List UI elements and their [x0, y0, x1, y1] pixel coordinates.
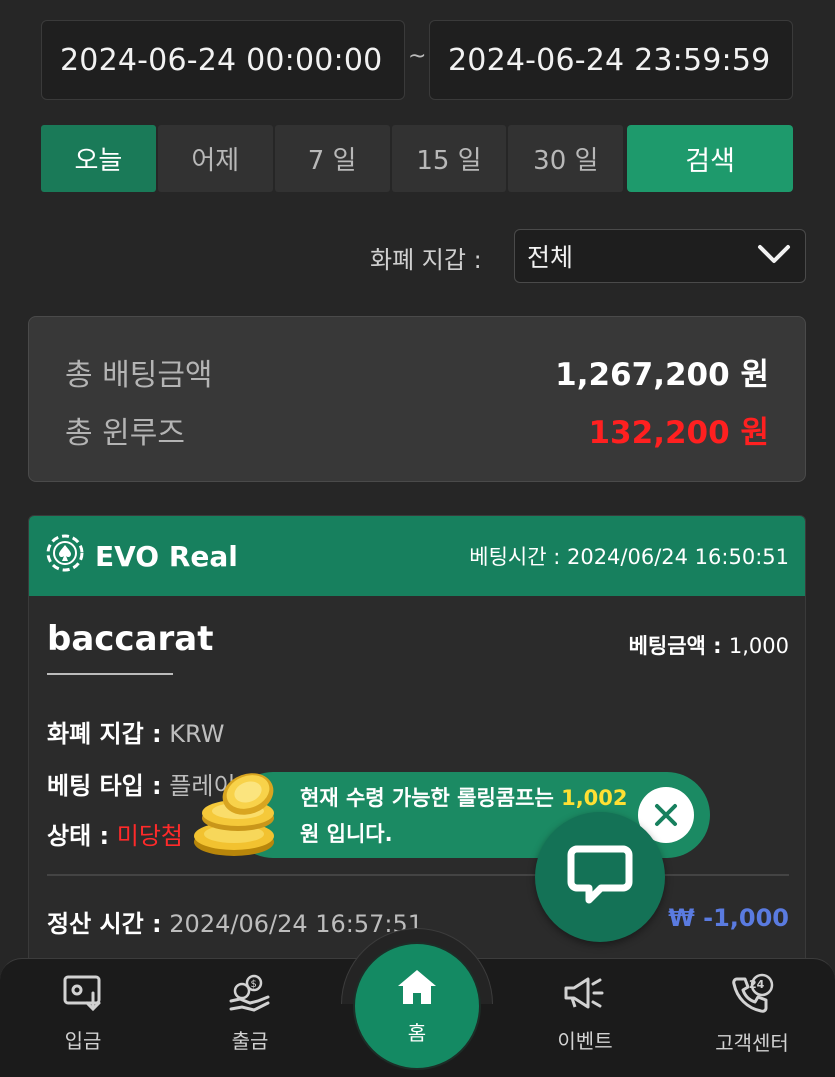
total-bet-label: 총 배팅금액: [65, 357, 213, 393]
chevron-down-icon: [757, 242, 791, 271]
toast-amount: 1,002: [561, 786, 628, 810]
nav-deposit[interactable]: 입금: [23, 973, 143, 1054]
bet-summary-panel: 총 배팅금액 1,267,200 원 총 윈루즈 132,200 원: [28, 316, 806, 482]
nav-home-label: 홈: [407, 1020, 427, 1045]
period-selector: 오늘 어제 7 일 15 일 30 일 검색: [41, 125, 793, 192]
bet-history-card: EVO Real 베팅시간 : 2024/06/24 16:50:51 bacc…: [28, 515, 806, 985]
nav-home-button[interactable]: 홈: [353, 942, 481, 1070]
casino-chip-icon: [45, 533, 85, 580]
search-button[interactable]: 검색: [627, 125, 793, 192]
currency-value: KRW: [169, 720, 225, 748]
status-row: 상태 : 미당첨: [47, 816, 183, 851]
period-30days-button[interactable]: 30 일: [508, 125, 624, 192]
gold-coins-icon: [190, 768, 290, 860]
support-24-badge: 24: [749, 978, 765, 991]
end-date-value: 2024-06-24 23:59:59: [448, 42, 771, 78]
period-today-button[interactable]: 오늘: [41, 125, 156, 192]
nav-event-label: 이벤트: [557, 1029, 613, 1053]
period-7days-button[interactable]: 7 일: [274, 125, 390, 192]
wallet-filter-select[interactable]: 전체: [514, 229, 806, 283]
period-15days-button[interactable]: 15 일: [391, 125, 507, 192]
bet-time-value: 2024/06/24 16:50:51: [566, 545, 789, 569]
card-divider: [47, 874, 789, 876]
withdraw-icon: $: [228, 973, 272, 1017]
bet-amount-value: 1,000: [728, 634, 789, 658]
wallet-filter-value: 전체: [527, 243, 574, 272]
total-winloss-label: 총 윈루즈: [65, 415, 185, 451]
period-yesterday-button[interactable]: 어제: [157, 125, 273, 192]
game-name: baccarat: [47, 619, 214, 659]
bet-amount: 베팅금액 : 1,000: [629, 630, 789, 660]
bet-amount-label: 베팅금액 :: [628, 634, 722, 658]
deposit-icon: [61, 973, 105, 1017]
date-separator: ~: [408, 44, 427, 69]
total-bet-value: 1,267,200 원: [555, 357, 769, 393]
total-winloss-value: 132,200 원: [588, 415, 769, 451]
svg-text:$: $: [251, 979, 257, 990]
nav-withdraw[interactable]: $ 출금: [190, 973, 310, 1054]
nav-support-label: 고객센터: [715, 1031, 789, 1055]
nav-deposit-label: 입금: [64, 1029, 102, 1053]
status-label: 상태 :: [47, 822, 110, 850]
currency-label: 화폐 지갑 :: [47, 720, 162, 748]
end-date-field[interactable]: 2024-06-24 23:59:59: [429, 20, 793, 100]
game-name-underline: [47, 673, 173, 675]
home-icon: [395, 967, 439, 1011]
wallet-filter-label: 화폐 지갑 :: [370, 246, 482, 274]
bet-type-label: 베팅 타입 :: [47, 772, 162, 800]
nav-withdraw-label: 출금: [231, 1029, 269, 1053]
bet-time: 베팅시간 : 2024/06/24 16:50:51: [469, 541, 789, 571]
start-date-field[interactable]: 2024-06-24 00:00:00: [41, 20, 405, 100]
chat-bubble-icon: [567, 844, 633, 910]
settle-time-row: 정산 시간 : 2024/06/24 16:57:51: [47, 904, 423, 939]
chat-button[interactable]: [535, 812, 665, 942]
bet-card-header: EVO Real 베팅시간 : 2024/06/24 16:50:51: [29, 516, 805, 596]
settle-amount: ₩ -1,000: [668, 904, 789, 932]
nav-event[interactable]: 이벤트: [525, 973, 645, 1054]
settle-time-label: 정산 시간 :: [47, 910, 162, 938]
provider-name: EVO Real: [95, 539, 238, 573]
toast-line1: 현재 수령 가능한 롤링콤프는: [300, 786, 554, 810]
megaphone-icon: [562, 973, 608, 1017]
currency-row: 화폐 지갑 : KRW: [47, 714, 224, 749]
bet-time-label: 베팅시간 :: [469, 545, 561, 569]
provider: EVO Real: [45, 533, 238, 580]
start-date-value: 2024-06-24 00:00:00: [60, 42, 383, 78]
status-value: 미당첨: [116, 822, 184, 850]
